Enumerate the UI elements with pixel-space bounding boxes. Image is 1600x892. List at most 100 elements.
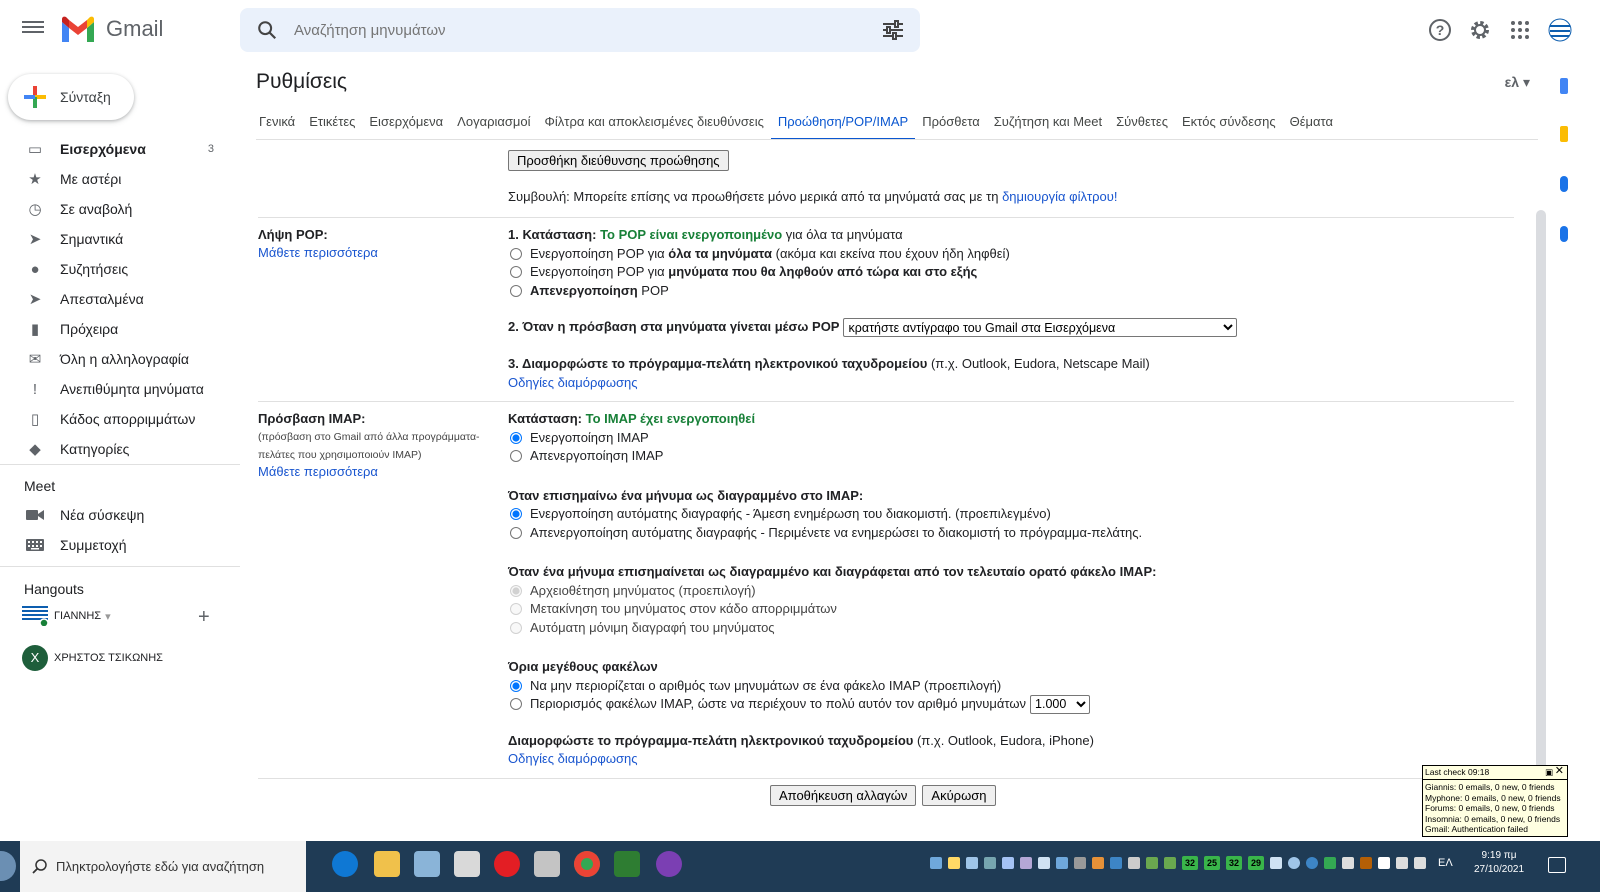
sidebar-item[interactable]: ◷ Σε αναβολή: [0, 194, 240, 224]
add-forwarding-address-button[interactable]: Προσθήκη διεύθυνσης προώθησης: [508, 150, 729, 171]
pop-config-link[interactable]: Οδηγίες διαμόρφωσης: [508, 374, 1528, 393]
imap-expunge-option-radio[interactable]: Μετακίνηση του μηνύματος στον κάδο απορρ…: [508, 600, 1528, 619]
store-icon[interactable]: [534, 851, 560, 877]
tray-app-icon[interactable]: [1306, 857, 1318, 869]
tray-app-icon[interactable]: [1074, 857, 1086, 869]
imap-deleted-option-radio[interactable]: Ενεργοποίηση αυτόματης διαγραφής - Άμεση…: [508, 505, 1528, 524]
tray-app-icon[interactable]: [1056, 857, 1068, 869]
app-icon[interactable]: [614, 851, 640, 877]
notepad-icon[interactable]: [414, 851, 440, 877]
settings-tab[interactable]: Εκτός σύνδεσης: [1175, 106, 1283, 140]
tray-app-icon[interactable]: [1128, 857, 1140, 869]
pop-option-radio[interactable]: Απενεργοποίηση POP: [508, 282, 1528, 301]
folder-limit-select[interactable]: 1.000: [1030, 694, 1091, 714]
imap-enable-input[interactable]: [510, 431, 522, 444]
pop-option-input[interactable]: [510, 284, 522, 297]
notifications-icon[interactable]: [1548, 857, 1566, 873]
pop-option-input[interactable]: [510, 247, 522, 260]
apps-grid-icon[interactable]: [1508, 18, 1532, 42]
gmail-logo[interactable]: Gmail: [60, 16, 163, 42]
tray-app-icon[interactable]: [966, 857, 978, 869]
create-filter-link[interactable]: δημιουργία φίλτρου!: [1002, 189, 1117, 204]
hangouts-user[interactable]: ΓΙΑΝΝΗΣ ▾: [22, 606, 111, 628]
sidebar-item[interactable]: ✉ Όλη η αλληλογραφία: [0, 344, 240, 374]
sidebar-item[interactable]: ● Συζητήσεις: [0, 254, 240, 284]
tray-app-icon[interactable]: [1110, 857, 1122, 869]
pop-option-radio[interactable]: Ενεργοποίηση POP για μηνύματα που θα ληφ…: [508, 263, 1528, 282]
sidebar-item[interactable]: ➤ Σημαντικά: [0, 224, 240, 254]
tray-app-icon[interactable]: [1020, 857, 1032, 869]
tray-counter[interactable]: 29: [1248, 856, 1264, 870]
opera-icon[interactable]: [494, 851, 520, 877]
pop-option-input[interactable]: [510, 266, 522, 279]
meet-new-meeting[interactable]: Νέα σύσκεψη: [0, 500, 240, 530]
sidebar-item[interactable]: ! Ανεπιθύμητα μηνύματα: [0, 374, 240, 404]
folder-unlimited-radio[interactable]: Να μην περιορίζεται ο αριθμός των μηνυμά…: [508, 677, 1528, 696]
imap-expunge-option-input[interactable]: [510, 603, 522, 616]
popup-window-icon[interactable]: ▣: [1545, 767, 1553, 778]
search-bar[interactable]: [240, 8, 920, 52]
sidebar-item[interactable]: ◆ Κατηγορίες: [0, 434, 240, 464]
chevron-down-icon[interactable]: ▾: [105, 610, 111, 623]
contacts-icon[interactable]: [1560, 226, 1568, 242]
sidebar-item[interactable]: ▯ Κάδος απορριμμάτων: [0, 404, 240, 434]
imap-deleted-option-input[interactable]: [510, 526, 522, 539]
keep-icon[interactable]: [1560, 126, 1568, 142]
folder-limit-input[interactable]: [510, 698, 522, 711]
imap-deleted-option-input[interactable]: [510, 508, 522, 521]
imap-expunge-option-input[interactable]: [510, 621, 522, 634]
tray-counter[interactable]: 25: [1204, 856, 1220, 870]
chrome-icon[interactable]: [574, 851, 600, 877]
tray-counter[interactable]: 32: [1182, 856, 1198, 870]
tray-counter[interactable]: 32: [1226, 856, 1242, 870]
viber-icon[interactable]: [656, 851, 682, 877]
sidebar-item[interactable]: ➤ Απεσταλμένα: [0, 284, 240, 314]
compose-button[interactable]: Σύνταξη: [8, 74, 134, 120]
settings-tab[interactable]: Σύνθετες: [1109, 106, 1175, 140]
imap-expunge-option-radio[interactable]: Αυτόματη μόνιμη διαγραφή του μηνύματος: [508, 619, 1528, 638]
tasks-icon[interactable]: [1560, 176, 1568, 192]
language-selector[interactable]: ελ ▾: [1505, 74, 1530, 91]
input-language[interactable]: ΕΛ: [1438, 857, 1453, 869]
sidebar-item[interactable]: ▮ Πρόχειρα: [0, 314, 240, 344]
tray-app-icon[interactable]: [1360, 857, 1372, 869]
network-icon[interactable]: [1396, 857, 1408, 869]
tray-app-icon[interactable]: [1288, 857, 1300, 869]
scrollbar[interactable]: [1536, 210, 1546, 770]
cancel-button[interactable]: Ακύρωση: [922, 785, 996, 806]
add-contact-icon[interactable]: +: [198, 606, 210, 629]
imap-expunge-option-radio[interactable]: Αρχειοθέτηση μηνύματος (προεπιλογή): [508, 582, 1528, 601]
tray-app-icon[interactable]: [984, 857, 996, 869]
taskbar-search[interactable]: Πληκτρολογήστε εδώ για αναζήτηση: [20, 841, 306, 892]
system-clock[interactable]: 9:19 πμ 27/10/2021: [1464, 849, 1534, 877]
calculator-icon[interactable]: [454, 851, 480, 877]
search-options-icon[interactable]: [882, 20, 904, 40]
tray-app-icon[interactable]: [1324, 857, 1336, 869]
pop-option-radio[interactable]: Ενεργοποίηση POP για όλα τα μηνύματα (ακ…: [508, 245, 1528, 264]
imap-config-link[interactable]: Οδηγίες διαμόρφωσης: [508, 750, 1528, 769]
tray-app-icon[interactable]: [948, 857, 960, 869]
meet-join[interactable]: Συμμετοχή: [0, 530, 240, 560]
tray-app-icon[interactable]: [1002, 857, 1014, 869]
tray-app-icon[interactable]: [930, 857, 942, 869]
calendar-icon[interactable]: [1560, 78, 1568, 94]
tray-app-icon[interactable]: [1378, 857, 1390, 869]
search-icon[interactable]: [256, 19, 278, 41]
search-input[interactable]: [294, 21, 854, 39]
tray-app-icon[interactable]: [1092, 857, 1104, 869]
settings-tab[interactable]: Συζήτηση και Meet: [987, 106, 1109, 140]
file-explorer-icon[interactable]: [374, 851, 400, 877]
start-orb-icon[interactable]: [0, 851, 16, 881]
pop-access-select[interactable]: κρατήστε αντίγραφο του Gmail στα Εισερχό…: [843, 318, 1238, 337]
settings-tab[interactable]: Λογαριασμοί: [450, 106, 537, 140]
save-changes-button[interactable]: Αποθήκευση αλλαγών: [770, 785, 917, 806]
settings-gear-icon[interactable]: [1468, 18, 1492, 42]
account-avatar[interactable]: [1548, 18, 1572, 42]
main-menu-icon[interactable]: [22, 18, 44, 38]
help-icon[interactable]: ?: [1428, 18, 1452, 42]
hangouts-contact[interactable]: Χ ΧΡΗΣΤΟΣ ΤΣΙΚΩΝΗΣ: [22, 645, 163, 671]
imap-deleted-option-radio[interactable]: Απενεργοποίηση αυτόματης διαγραφής - Περ…: [508, 524, 1528, 543]
tray-app-icon[interactable]: [1342, 857, 1354, 869]
imap-disable-radio[interactable]: Απενεργοποίηση IMAP: [508, 447, 1528, 466]
tray-app-icon[interactable]: [1164, 857, 1176, 869]
